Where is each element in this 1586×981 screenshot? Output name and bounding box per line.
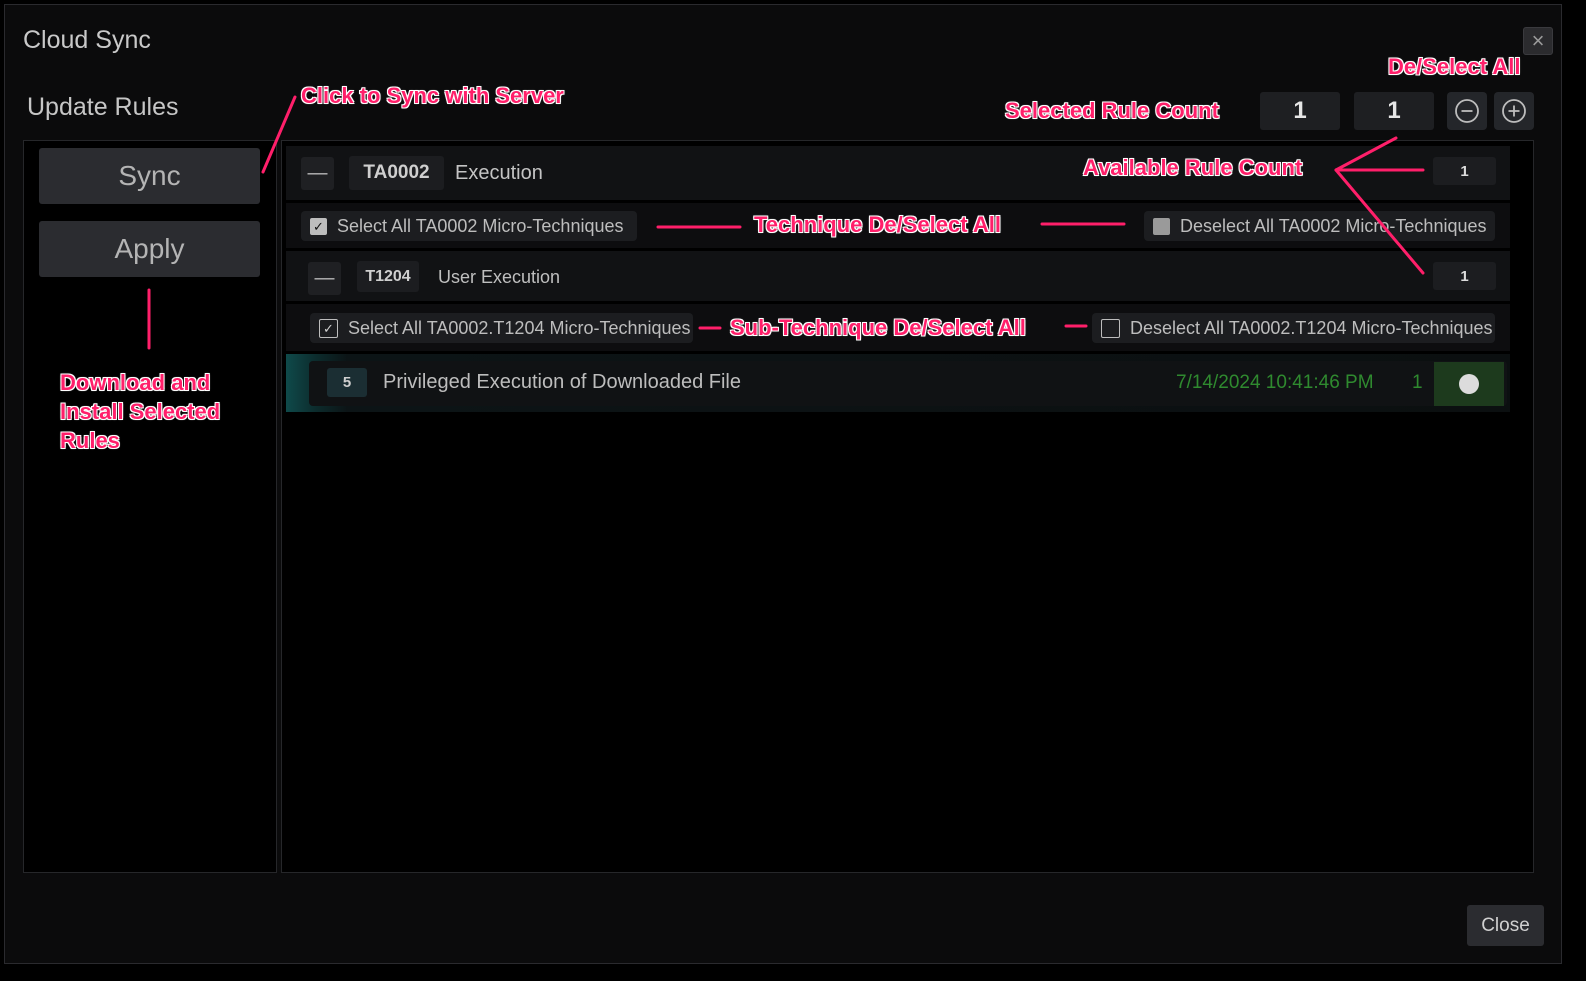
annotation-subtechnique-deselect: Sub-Technique De/Select All: [730, 315, 1027, 341]
annotation-download-install: Download and Install Selected Rules: [59, 370, 221, 454]
available-count-arrow-bottom: [1334, 168, 1425, 275]
available-count-arrow-top: [1334, 136, 1398, 172]
annotation-technique-deselect: Technique De/Select All: [754, 212, 1002, 238]
annotation-sync-with-server: Click to Sync with Server: [301, 83, 565, 109]
annotation-deselect-all: De/Select All: [1387, 54, 1521, 80]
sync-arrow: [261, 95, 297, 174]
annotation-available-rule-count: Available Rule Count: [1082, 155, 1303, 181]
annotation-selected-rule-count: Selected Rule Count: [1005, 98, 1220, 124]
annotation-arrows: [147, 95, 1425, 350]
